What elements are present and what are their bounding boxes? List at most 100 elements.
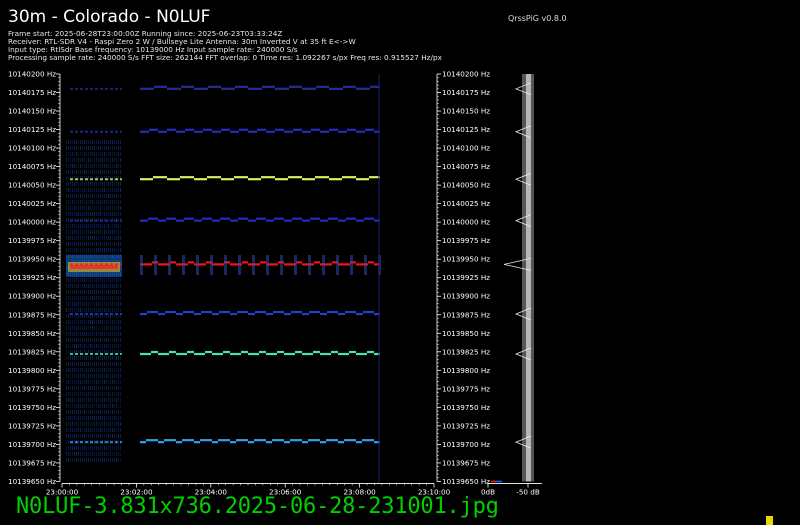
noise-streak xyxy=(74,374,75,378)
noise-streak xyxy=(66,356,67,360)
noise-streak xyxy=(112,182,113,186)
noise-streak xyxy=(94,428,95,432)
noise-streak xyxy=(68,230,69,234)
noise-streak xyxy=(96,182,97,186)
noise-streak xyxy=(66,302,67,306)
noise-streak xyxy=(88,296,89,300)
noise-streak xyxy=(68,212,69,216)
noise-streak xyxy=(94,314,95,318)
noise-streak xyxy=(80,242,81,246)
noise-streak xyxy=(70,170,71,174)
noise-streak xyxy=(72,398,73,402)
noise-streak xyxy=(86,368,87,372)
noise-streak xyxy=(86,212,87,216)
noise-streak xyxy=(70,398,71,402)
noise-streak xyxy=(88,242,89,246)
noise-streak xyxy=(76,296,77,300)
noise-streak xyxy=(102,410,103,414)
noise-streak xyxy=(108,398,109,402)
noise-streak xyxy=(90,422,91,426)
noise-streak xyxy=(66,152,67,156)
noise-streak xyxy=(96,410,97,414)
noise-streak xyxy=(120,188,121,192)
noise-streak xyxy=(106,368,107,372)
noise-streak xyxy=(84,194,85,198)
noise-streak xyxy=(80,326,81,330)
noise-streak xyxy=(68,362,69,366)
noise-streak xyxy=(80,284,81,288)
carrier-sidebands xyxy=(294,255,297,275)
noise-streak xyxy=(84,326,85,330)
noise-streak xyxy=(66,320,67,324)
noise-streak xyxy=(74,332,75,336)
noise-streak xyxy=(100,422,101,426)
noise-streak xyxy=(106,182,107,186)
noise-streak xyxy=(94,452,95,456)
noise-streak xyxy=(108,392,109,396)
noise-streak xyxy=(96,362,97,366)
noise-streak xyxy=(72,212,73,216)
noise-streak xyxy=(78,182,79,186)
noise-streak xyxy=(66,362,67,366)
noise-streak xyxy=(116,290,117,294)
noise-streak xyxy=(76,200,77,204)
noise-streak xyxy=(72,224,73,228)
noise-streak xyxy=(84,320,85,324)
noise-streak xyxy=(108,146,109,150)
noise-streak xyxy=(72,452,73,456)
noise-streak xyxy=(106,320,107,324)
noise-streak xyxy=(104,344,105,348)
noise-streak xyxy=(84,188,85,192)
noise-streak xyxy=(76,428,77,432)
noise-streak xyxy=(66,386,67,390)
noise-streak xyxy=(80,404,81,408)
noise-streak xyxy=(72,368,73,372)
noise-streak xyxy=(80,452,81,456)
noise-streak xyxy=(70,446,71,450)
noise-streak xyxy=(78,422,79,426)
noise-streak xyxy=(78,140,79,144)
noise-streak xyxy=(66,170,67,174)
noise-streak xyxy=(104,332,105,336)
noise-streak xyxy=(82,224,83,228)
noise-streak xyxy=(118,296,119,300)
noise-streak xyxy=(104,212,105,216)
noise-streak xyxy=(98,206,99,210)
noise-streak xyxy=(104,290,105,294)
noise-streak xyxy=(88,458,89,462)
noise-streak xyxy=(106,236,107,240)
noise-streak xyxy=(76,326,77,330)
noise-streak xyxy=(94,278,95,282)
noise-streak xyxy=(116,410,117,414)
noise-streak xyxy=(78,356,79,360)
noise-streak xyxy=(120,164,121,168)
noise-streak xyxy=(74,458,75,462)
freq-tick-label-left: 10140100 Hz xyxy=(8,144,56,153)
noise-streak xyxy=(94,356,95,360)
noise-streak xyxy=(82,344,83,348)
noise-streak xyxy=(108,314,109,318)
noise-streak xyxy=(74,290,75,294)
noise-streak xyxy=(78,452,79,456)
noise-streak xyxy=(68,146,69,150)
noise-streak xyxy=(82,392,83,396)
noise-streak xyxy=(88,158,89,162)
noise-streak xyxy=(78,416,79,420)
noise-streak xyxy=(94,308,95,312)
noise-streak xyxy=(70,338,71,342)
noise-streak xyxy=(90,446,91,450)
noise-streak xyxy=(78,446,79,450)
noise-streak xyxy=(90,398,91,402)
noise-streak xyxy=(70,224,71,228)
noise-streak xyxy=(72,296,73,300)
noise-streak xyxy=(118,368,119,372)
noise-streak xyxy=(74,182,75,186)
noise-streak xyxy=(72,248,73,252)
noise-streak xyxy=(120,194,121,198)
noise-streak xyxy=(98,302,99,306)
noise-streak xyxy=(94,200,95,204)
noise-streak xyxy=(70,140,71,144)
noise-streak xyxy=(70,434,71,438)
noise-streak xyxy=(116,164,117,168)
noise-streak xyxy=(110,206,111,210)
